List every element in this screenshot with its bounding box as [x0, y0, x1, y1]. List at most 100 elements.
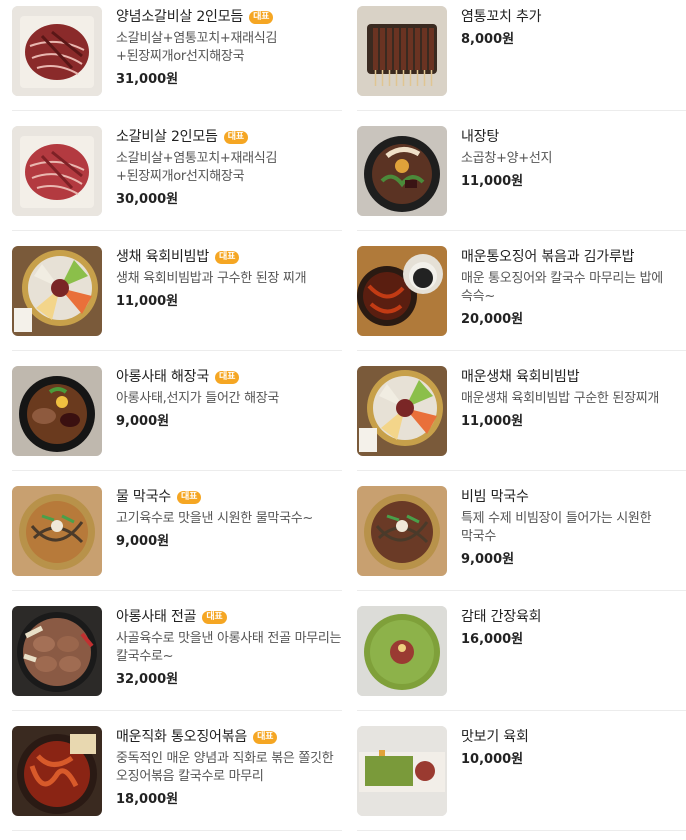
representative-badge: 대표	[223, 131, 248, 144]
menu-item-info: 내장탕 소곱창+양+선지 11,000원	[461, 128, 681, 190]
menu-item-info: 아롱사태 해장국 대표 아롱사태,선지가 들어간 해장국 9,000원	[116, 368, 342, 430]
menu-item-photo[interactable]	[12, 726, 102, 816]
menu-item-price: 11,000원	[461, 414, 524, 429]
divider	[357, 590, 686, 591]
menu-item[interactable]: 비빔 막국수 특제 수제 비빔장이 들어가는 시원한 막국수 9,000원	[357, 480, 686, 600]
menu-item-name-row: 비빔 막국수	[461, 488, 681, 506]
divider	[12, 110, 342, 111]
menu-item-photo[interactable]	[357, 486, 447, 576]
menu-item-info: 염통꼬치 추가 8,000원	[461, 8, 681, 48]
menu-item[interactable]: 맛보기 육회 10,000원	[357, 720, 686, 840]
divider	[12, 830, 342, 831]
divider	[357, 110, 686, 111]
menu-item-description: 고기육수로 맛을낸 시원한 물막국수~	[116, 511, 313, 526]
divider	[12, 710, 342, 711]
menu-item-name-row: 아롱사태 전골 대표	[116, 608, 342, 626]
menu-item-description: 아롱사태,선지가 들어간 해장국	[116, 391, 280, 406]
menu-item[interactable]: 내장탕 소곱창+양+선지 11,000원	[357, 120, 686, 240]
menu-item-photo[interactable]	[357, 726, 447, 816]
menu-item-photo[interactable]	[357, 126, 447, 216]
representative-badge: 대표	[249, 11, 274, 24]
menu-item-info: 감태 간장육회 16,000원	[461, 608, 681, 648]
menu-item-name-row: 내장탕	[461, 128, 681, 146]
menu-item-name: 아롱사태 전골	[116, 609, 197, 625]
representative-badge: 대표	[202, 611, 227, 624]
menu-item[interactable]: 소갈비살 2인모듬 대표 소갈비살+염통꼬치+재래식김+된장찌개or선지해장국 30,…	[12, 120, 342, 240]
menu-item[interactable]: 염통꼬치 추가 8,000원	[357, 0, 686, 120]
menu-item-description: 소갈비살+염통꼬치+재래식김+된장찌개or선지해장국	[116, 31, 278, 64]
menu-item-name-row: 염통꼬치 추가	[461, 8, 681, 26]
divider	[357, 230, 686, 231]
menu-item-price: 31,000원	[116, 72, 179, 87]
menu-item-name: 매운생채 육회비빔밥	[461, 369, 580, 385]
menu-item-price: 11,000원	[461, 174, 524, 189]
menu-item-price: 9,000원	[461, 552, 515, 567]
menu-item-name: 물 막국수	[116, 489, 171, 505]
menu-item-name-row: 매운생채 육회비빔밥	[461, 368, 681, 386]
menu-item-info: 매운통오징어 볶음과 김가루밥 매운 통오징어와 칼국수 마무리는 밥에 슥슥~ 2…	[461, 248, 681, 328]
divider	[12, 470, 342, 471]
menu-item-photo[interactable]	[12, 606, 102, 696]
representative-badge: 대표	[215, 251, 240, 264]
food-photo-cold-buckwheat-noodles	[12, 486, 102, 576]
menu-item-info: 매운생채 육회비빔밥매운생채 육회비빔밥 구순한 된장찌개 11,000원	[461, 368, 681, 430]
menu-item-description: 매운생채 육회비빔밥 구순한 된장찌개	[461, 391, 660, 406]
menu-item-photo[interactable]	[12, 486, 102, 576]
menu-item[interactable]: 물 막국수 대표 고기육수로 맛을낸 시원한 물막국수~ 9,000원	[12, 480, 342, 600]
menu-item[interactable]: 아롱사태 전골 대표사골육수로 맛을낸 아롱사태 전골 마무리는 칼국수로~ 32,…	[12, 600, 342, 720]
divider	[357, 830, 686, 831]
food-photo-yukhoe-bibimbap	[12, 246, 102, 336]
menu-column-right: 염통꼬치 추가 8,000원내장탕 소곱창+양+선지 11,000원매운통오징어 볶음…	[357, 0, 686, 840]
divider	[12, 350, 342, 351]
menu-item-photo[interactable]	[12, 246, 102, 336]
menu-item-info: 소갈비살 2인모듬 대표 소갈비살+염통꼬치+재래식김+된장찌개or선지해장국 30,…	[116, 128, 342, 208]
menu-item-photo[interactable]	[357, 366, 447, 456]
menu-item-name: 내장탕	[461, 129, 500, 145]
menu-item[interactable]: 아롱사태 해장국 대표 아롱사태,선지가 들어간 해장국 9,000원	[12, 360, 342, 480]
menu-item-name-row: 양념소갈비살 2인모듬 대표	[116, 8, 342, 26]
food-photo-marinated-beef-rib-platter	[12, 6, 102, 96]
menu-item-description: 중독적인 매운 양념과 직화로 볶은 쫄깃한 오징어볶음 칼국수로 마무리	[116, 751, 334, 784]
menu-item-name: 아롱사태 해장국	[116, 369, 210, 385]
menu-item[interactable]: 양념소갈비살 2인모듬 대표소갈비살+염통꼬치+재래식김+된장찌개or선지해장국 3…	[12, 0, 342, 120]
divider	[12, 230, 342, 231]
menu-item-price: 8,000원	[461, 32, 515, 47]
menu-item-name: 매운통오징어 볶음과 김가루밥	[461, 249, 635, 265]
food-photo-shank-hangover-soup	[12, 366, 102, 456]
menu-item-name-row: 물 막국수 대표	[116, 488, 342, 506]
menu-item-info: 매운직화 통오징어볶음 대표 중독적인 매운 양념과 직화로 볶은 쫄깃한 오징어볶…	[116, 728, 342, 808]
food-photo-beef-rib-platter	[12, 126, 102, 216]
food-photo-heart-skewers	[357, 6, 447, 96]
menu-item-photo[interactable]	[357, 246, 447, 336]
menu-item-name: 비빔 막국수	[461, 489, 529, 505]
menu-item-info: 맛보기 육회 10,000원	[461, 728, 681, 768]
menu-item-name: 양념소갈비살 2인모듬	[116, 9, 244, 25]
menu-item-photo[interactable]	[357, 606, 447, 696]
menu-item-photo[interactable]	[12, 126, 102, 216]
menu-item-photo[interactable]	[357, 6, 447, 96]
menu-item-name: 소갈비살 2인모듬	[116, 129, 218, 145]
menu-item[interactable]: 생채 육회비빔밥 대표 생채 육회비빔밥과 구수한 된장 찌개 11,000원	[12, 240, 342, 360]
menu-item-info: 생채 육회비빔밥 대표 생채 육회비빔밥과 구수한 된장 찌개 11,000원	[116, 248, 342, 310]
menu-item[interactable]: 매운생채 육회비빔밥매운생채 육회비빔밥 구순한 된장찌개 11,000원	[357, 360, 686, 480]
food-photo-sample-yukhoe	[357, 726, 447, 816]
menu-item-description: 사골육수로 맛을낸 아롱사태 전골 마무리는 칼국수로~	[116, 631, 342, 664]
menu-item-price: 32,000원	[116, 672, 179, 687]
menu-item-name-row: 생채 육회비빔밥 대표	[116, 248, 342, 266]
menu-item-name-row: 소갈비살 2인모듬 대표	[116, 128, 342, 146]
food-photo-spicy-yukhoe-bibimbap	[357, 366, 447, 456]
menu-item[interactable]: 매운통오징어 볶음과 김가루밥 매운 통오징어와 칼국수 마무리는 밥에 슥슥~ 2…	[357, 240, 686, 360]
representative-badge: 대표	[176, 491, 202, 504]
divider	[357, 710, 686, 711]
menu-item-photo[interactable]	[12, 6, 102, 96]
menu-item-description: 생채 육회비빔밥과 구수한 된장 찌개	[116, 271, 307, 286]
menu-item-name: 염통꼬치 추가	[461, 9, 542, 25]
menu-item-price: 16,000원	[461, 632, 524, 647]
menu-item-photo[interactable]	[12, 366, 102, 456]
representative-badge: 대표	[215, 371, 240, 384]
menu-item-name: 생채 육회비빔밥	[116, 249, 210, 265]
menu-item[interactable]: 매운직화 통오징어볶음 대표 중독적인 매운 양념과 직화로 볶은 쫄깃한 오징어볶…	[12, 720, 342, 840]
menu-item[interactable]: 감태 간장육회 16,000원	[357, 600, 686, 720]
food-photo-squid-with-seaweed-rice	[357, 246, 447, 336]
menu-item-name: 감태 간장육회	[461, 609, 542, 625]
